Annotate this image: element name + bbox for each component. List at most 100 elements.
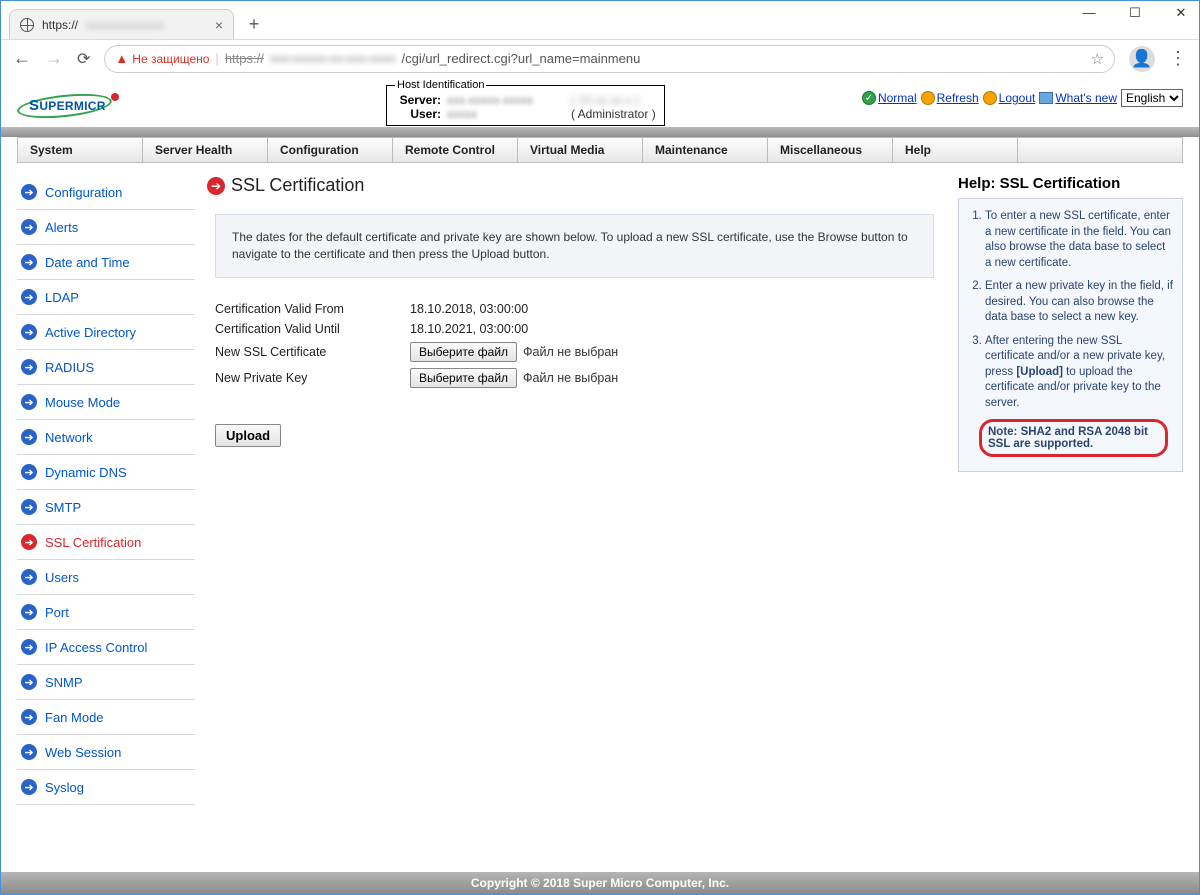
page-title: ➔ SSL Certification: [207, 175, 942, 196]
nav-forward-icon[interactable]: →: [45, 48, 63, 69]
valid-until-label: Certification Valid Until: [215, 322, 410, 336]
browser-tab[interactable]: https:// xxxxxxxxxxxxx ×: [9, 9, 234, 39]
menu-filler: [1018, 138, 1182, 162]
footer: Copyright © 2018 Super Micro Computer, I…: [1, 872, 1199, 894]
sidebar-item-label: Mouse Mode: [45, 395, 120, 410]
main-content: ➔ SSL Certification The dates for the de…: [207, 175, 942, 805]
refresh-icon: [921, 91, 935, 105]
sidebar-item-label: SMTP: [45, 500, 81, 515]
arrow-right-icon: ➔: [21, 184, 37, 200]
menu-item-configuration[interactable]: Configuration: [268, 138, 393, 162]
sidebar-item-web-session[interactable]: ➔Web Session: [17, 735, 195, 770]
no-file-cert-text: Файл не выбран: [523, 345, 618, 359]
help-list-item: Enter a new private key in the field, if…: [985, 279, 1174, 326]
tab-title-blurred: xxxxxxxxxxxxx: [86, 18, 176, 32]
menu-item-system[interactable]: System: [18, 138, 143, 162]
logout-link[interactable]: Logout: [999, 91, 1036, 105]
whats-new-link[interactable]: What's new: [1055, 91, 1117, 105]
menu-item-remote-control[interactable]: Remote Control: [393, 138, 518, 162]
sidebar-item-label: Users: [45, 570, 79, 585]
main-menu: SystemServer HealthConfigurationRemote C…: [17, 137, 1183, 163]
user-label: User:: [395, 107, 441, 121]
normal-link[interactable]: Normal: [878, 91, 917, 105]
sidebar-item-label: Port: [45, 605, 69, 620]
insecure-label: Не защищено: [132, 52, 209, 66]
window-maximize-icon[interactable]: ☐: [1121, 5, 1149, 21]
host-id-legend: Host Identification: [395, 79, 486, 91]
reload-icon[interactable]: ⟳: [77, 49, 90, 69]
profile-avatar-icon[interactable]: 👤: [1129, 46, 1155, 72]
choose-file-cert-button[interactable]: Выберите файл: [410, 342, 517, 362]
sidebar-item-label: Fan Mode: [45, 710, 104, 725]
arrow-right-icon: ➔: [21, 639, 37, 655]
sidebar-item-fan-mode[interactable]: ➔ Fan Mode: [17, 700, 195, 735]
valid-from-value: 18.10.2018, 03:00:00: [410, 302, 528, 316]
browser-menu-icon[interactable]: ⋮: [1169, 48, 1187, 69]
globe-icon: [20, 18, 34, 32]
arrow-right-icon: ➔: [21, 569, 37, 585]
sidebar-item-label: RADIUS: [45, 360, 94, 375]
address-field[interactable]: ▲ Не защищено | https://xxx-xxxxx.xx.xxx…: [104, 45, 1115, 73]
sidebar-item-smtp[interactable]: ➔SMTP: [17, 490, 195, 525]
server-value-blurred: xxx-xxxxx-xxxxx: [447, 93, 565, 107]
arrow-right-icon: ➔: [21, 429, 37, 445]
page-title-text: SSL Certification: [231, 175, 364, 196]
server-label: Server:: [395, 93, 441, 107]
sidebar-item-date-and-time[interactable]: ➔ Date and Time: [17, 245, 195, 280]
sidebar-item-snmp[interactable]: ➔SNMP: [17, 665, 195, 700]
sidebar-item-label: Active Directory: [45, 325, 136, 340]
upload-button[interactable]: Upload: [215, 424, 281, 447]
arrow-right-icon: ➔: [207, 177, 225, 195]
sidebar-item-configuration[interactable]: ➔ Configuration: [17, 175, 195, 210]
choose-file-key-button[interactable]: Выберите файл: [410, 368, 517, 388]
sidebar-item-label: Configuration: [45, 185, 122, 200]
sidebar-item-ssl-certification[interactable]: ➔SSL Certification: [17, 525, 195, 560]
arrow-right-icon: ➔: [21, 254, 37, 270]
sidebar-item-alerts[interactable]: ➔Alerts: [17, 210, 195, 245]
sidebar: ➔Configuration➔Alerts➔Date and Time➔LDAP…: [17, 175, 195, 805]
menu-item-miscellaneous[interactable]: Miscellaneous: [768, 138, 893, 162]
language-select[interactable]: English: [1121, 89, 1183, 107]
intro-box: The dates for the default certificate an…: [215, 214, 934, 278]
sidebar-item-label: LDAP: [45, 290, 79, 305]
sidebar-item-mouse-mode[interactable]: ➔Mouse Mode: [17, 385, 195, 420]
arrow-right-icon: ➔: [21, 674, 37, 690]
sidebar-item-label: Date and Time: [45, 255, 130, 270]
sidebar-item-syslog[interactable]: ➔Syslog: [17, 770, 195, 805]
menu-item-virtual-media[interactable]: Virtual Media: [518, 138, 643, 162]
user-value-blurred: xxxxx: [447, 107, 565, 121]
sidebar-item-label: Alerts: [45, 220, 78, 235]
arrow-right-icon: ➔: [21, 779, 37, 795]
sidebar-item-active-directory[interactable]: ➔Active Directory: [17, 315, 195, 350]
address-bar: ← → ⟳ ▲ Не защищено | https://xxx-xxxxx.…: [1, 39, 1199, 77]
sidebar-item-port[interactable]: ➔Port: [17, 595, 195, 630]
tab-title: https://: [42, 18, 78, 32]
sidebar-item-network[interactable]: ➔ Network: [17, 420, 195, 455]
bookmark-star-icon[interactable]: ☆: [1091, 50, 1104, 68]
sidebar-item-ip-access-control[interactable]: ➔IP Access Control: [17, 630, 195, 665]
menu-item-server-health[interactable]: Server Health: [143, 138, 268, 162]
menu-item-maintenance[interactable]: Maintenance: [643, 138, 768, 162]
sidebar-item-label: Network: [45, 430, 93, 445]
menu-item-help[interactable]: Help: [893, 138, 1018, 162]
insecure-warning-icon: ▲: [115, 51, 128, 66]
window-close-icon[interactable]: ✕: [1167, 5, 1195, 21]
sidebar-item-dynamic-dns[interactable]: ➔Dynamic DNS: [17, 455, 195, 490]
new-tab-button[interactable]: +: [240, 10, 268, 38]
sidebar-item-users[interactable]: ➔ Users: [17, 560, 195, 595]
sidebar-item-label: Web Session: [45, 745, 121, 760]
tab-close-icon[interactable]: ×: [215, 17, 223, 33]
sidebar-item-radius[interactable]: ➔RADIUS: [17, 350, 195, 385]
new-cert-label: New SSL Certificate: [215, 345, 410, 359]
refresh-link[interactable]: Refresh: [937, 91, 979, 105]
url-strike: https://: [225, 51, 264, 66]
arrow-right-icon: ➔: [21, 534, 37, 550]
nav-back-icon[interactable]: ←: [13, 48, 31, 69]
valid-from-label: Certification Valid From: [215, 302, 410, 316]
sidebar-item-ldap[interactable]: ➔LDAP: [17, 280, 195, 315]
window-minimize-icon[interactable]: —: [1075, 5, 1103, 21]
arrow-right-icon: ➔: [21, 709, 37, 725]
grey-divider: [1, 127, 1199, 137]
new-key-label: New Private Key: [215, 371, 410, 385]
host-identification-box: Host Identification Server: xxx-xxxxx-xx…: [386, 79, 665, 126]
